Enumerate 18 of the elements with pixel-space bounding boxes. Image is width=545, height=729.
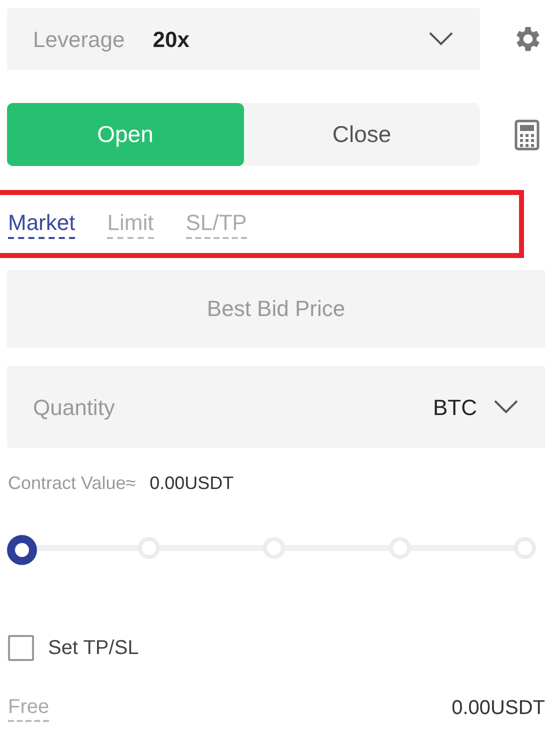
- quantity-field[interactable]: Quantity BTC: [7, 366, 545, 448]
- checkbox-label: Set TP/SL: [48, 636, 139, 661]
- tp-sl-checkbox[interactable]: [8, 635, 34, 661]
- chevron-down-icon: [428, 31, 454, 47]
- side-tab[interactable]: Close: [244, 103, 480, 166]
- calculator-icon[interactable]: [514, 118, 540, 150]
- contract-value-label: Contract Value≈: [8, 472, 136, 495]
- chevron-down-icon[interactable]: [493, 399, 519, 415]
- contract-value: 0.00USDT: [150, 472, 234, 495]
- slider-thumb[interactable]: [7, 535, 37, 565]
- order-type-tab[interactable]: Market: [8, 209, 76, 239]
- unit-label[interactable]: BTC: [433, 390, 477, 424]
- price-field[interactable]: Best Bid Price: [7, 270, 545, 348]
- leverage-value: 20x: [152, 26, 190, 54]
- free-label: Free: [8, 694, 50, 722]
- leverage-dropdown[interactable]: Leverage 20x: [7, 8, 480, 70]
- free-balance: 0.00USDT: [452, 696, 545, 721]
- leverage-label: Leverage: [33, 26, 125, 54]
